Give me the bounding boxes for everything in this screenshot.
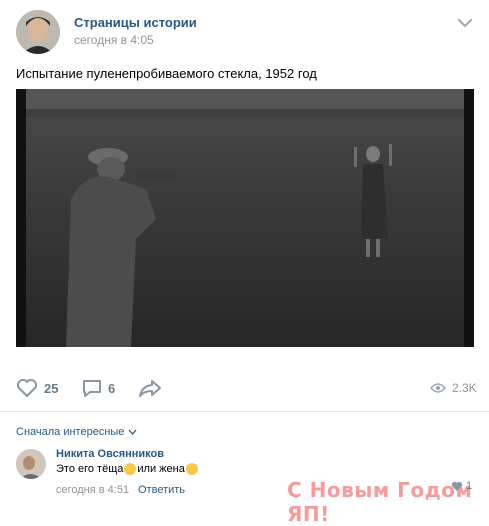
views-count: 2.3K <box>452 381 477 395</box>
comment-sort-dropdown[interactable]: Сначала интересные <box>16 426 137 438</box>
chevron-down-icon <box>128 429 137 435</box>
comment-count: 6 <box>108 380 116 396</box>
comment-author[interactable]: Никита Овсянников <box>56 448 164 460</box>
comment-text-part1: Это его тёща <box>56 463 124 475</box>
author-avatar[interactable] <box>16 10 60 54</box>
post-text: Испытание пуленепробиваемого стекла, 195… <box>16 66 317 81</box>
laughing-emoji-icon <box>124 463 137 475</box>
comment-text: Это его тёща или жена <box>56 463 199 475</box>
comment-button[interactable]: 6 <box>82 378 115 398</box>
eye-icon <box>430 383 446 393</box>
commenter-avatar[interactable] <box>16 449 46 479</box>
comment-text-part2: или жена <box>137 463 185 475</box>
like-count: 25 <box>44 380 59 396</box>
post-author[interactable]: Страницы истории <box>74 15 197 30</box>
comment-time[interactable]: сегодня в 4:51 <box>56 484 129 496</box>
comment-like-button[interactable]: 1 <box>451 480 472 492</box>
comment-sort-label: Сначала интересные <box>16 426 125 438</box>
heart-icon <box>451 481 463 491</box>
reply-button[interactable]: Ответить <box>138 484 185 496</box>
divider <box>0 411 489 412</box>
like-button[interactable]: 25 <box>16 378 58 398</box>
post-video-thumbnail[interactable] <box>16 89 474 347</box>
views-counter: 2.3K <box>430 381 477 395</box>
chevron-down-icon[interactable] <box>458 18 472 28</box>
post-time[interactable]: сегодня в 4:05 <box>74 33 154 47</box>
comment-icon <box>83 380 101 397</box>
share-button[interactable] <box>138 378 162 398</box>
wink-emoji-icon <box>185 463 198 475</box>
heart-icon <box>17 379 37 397</box>
comment-like-count: 1 <box>466 480 473 492</box>
share-icon <box>139 380 161 397</box>
